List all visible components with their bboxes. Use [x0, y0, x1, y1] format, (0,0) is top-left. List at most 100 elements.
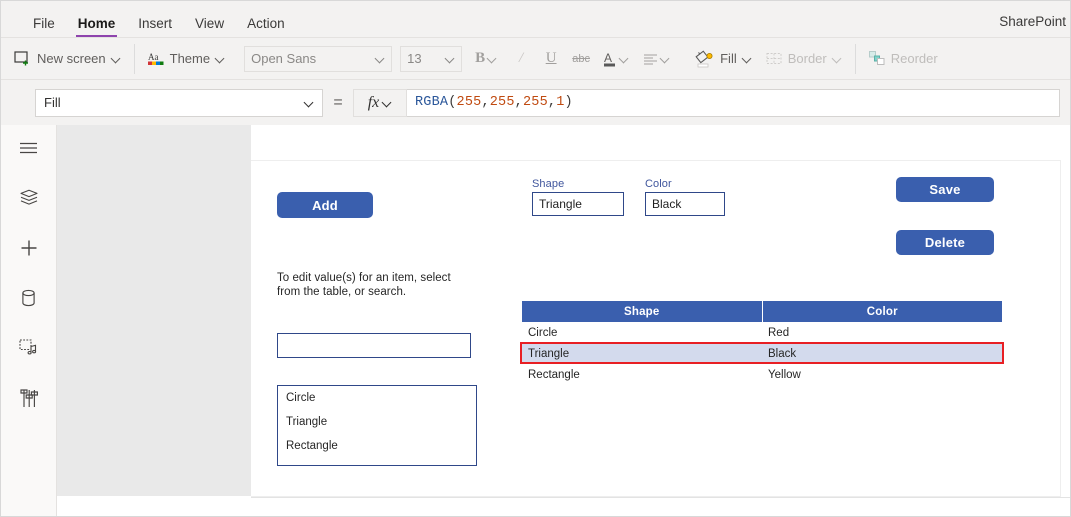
chevron-down-icon [376, 54, 385, 63]
sidebar-item-tree-view[interactable] [12, 185, 46, 211]
paint-bucket-icon [695, 49, 714, 68]
cell-shape: Rectangle [522, 364, 762, 385]
sidebar-item-advanced[interactable] [12, 385, 46, 411]
border-button[interactable]: Border [759, 45, 849, 73]
add-button[interactable]: Add [277, 192, 373, 218]
workspace: Add Shape Triangle Color Black Save Dele… [1, 125, 1070, 516]
sidebar-item-media[interactable] [12, 335, 46, 361]
strikethrough-label: abc [572, 52, 590, 65]
list-item[interactable]: Circle [278, 386, 476, 410]
equals-sign: = [333, 93, 343, 111]
cell-color: Black [762, 343, 1002, 364]
bold-button[interactable]: B [466, 45, 506, 73]
ribbon-group-fill: Fill Border [682, 38, 855, 79]
fill-label: Fill [720, 51, 737, 66]
ribbon-group-font: Open Sans 13 B / U abc A [238, 38, 682, 79]
tree-view-icon [19, 189, 39, 207]
delete-button[interactable]: Delete [896, 230, 994, 255]
font-color-button[interactable]: A [596, 45, 636, 73]
shape-input[interactable]: Triangle [532, 192, 624, 216]
theme-label: Theme [169, 51, 211, 66]
powerapps-studio-window: File Home Insert View Action SharePoint … [0, 0, 1071, 517]
font-color-icon: A [603, 51, 617, 67]
ribbon-group-screen: New screen [1, 38, 134, 79]
formula-paren-close: ) [564, 95, 573, 110]
connector-label-sharepoint: SharePoint [999, 14, 1066, 29]
cell-shape: Triangle [522, 343, 762, 364]
formula-arg-4: 1 [556, 95, 565, 110]
cell-color: Yellow [762, 364, 1002, 385]
formula-function-name: RGBA [415, 95, 449, 110]
chevron-down-icon [488, 54, 497, 63]
save-button[interactable]: Save [896, 177, 994, 202]
reorder-icon [868, 51, 885, 66]
new-screen-button[interactable]: New screen [7, 45, 128, 73]
color-input[interactable]: Black [645, 192, 725, 216]
chevron-down-icon [446, 54, 455, 63]
menu-item-view[interactable]: View [185, 16, 234, 38]
sidebar-item-data[interactable] [12, 285, 46, 311]
list-item[interactable]: Triangle [278, 410, 476, 434]
reorder-button[interactable]: Reorder [862, 45, 945, 73]
svg-text:Aa: Aa [148, 52, 159, 62]
formula-input[interactable]: RGBA(255, 255, 255, 1) [407, 88, 1060, 117]
chevron-down-icon [383, 98, 392, 107]
menu-bar: File Home Insert View Action SharePoint [1, 1, 1070, 37]
app-screen: Add Shape Triangle Color Black Save Dele… [251, 160, 1061, 497]
formula-paren-open: ( [448, 95, 457, 110]
table-row-selected[interactable]: Triangle Black [522, 343, 1002, 364]
cell-shape: Circle [522, 322, 762, 343]
column-header-shape[interactable]: Shape [522, 301, 763, 322]
table-header-row: Shape Color [522, 301, 1002, 322]
font-name-select[interactable]: Open Sans [244, 45, 393, 72]
helper-text-line2: from the table, or search. [277, 286, 407, 298]
border-icon [766, 52, 782, 65]
formula-sep-3: , [547, 95, 557, 110]
table-row[interactable]: Circle Red [522, 322, 1002, 343]
media-icon [19, 339, 38, 357]
svg-text:A: A [604, 51, 612, 65]
menu-item-insert[interactable]: Insert [128, 16, 182, 38]
ribbon-group-reorder: Reorder [856, 38, 951, 79]
table-row[interactable]: Rectangle Yellow [522, 364, 1002, 385]
theme-button[interactable]: Aa Theme [141, 45, 232, 73]
sidebar-item-menu[interactable] [12, 135, 46, 161]
new-screen-icon [14, 51, 31, 66]
font-name-value: Open Sans [251, 51, 317, 66]
menu-item-home[interactable]: Home [68, 16, 126, 38]
menu-item-action[interactable]: Action [237, 16, 295, 38]
bold-label: B [475, 50, 486, 66]
list-item[interactable]: Rectangle [278, 434, 476, 458]
formula-sep-1: , [481, 95, 490, 110]
insert-icon [20, 239, 38, 257]
shape-listbox[interactable]: Circle Triangle Rectangle [277, 385, 477, 466]
fx-button[interactable]: fx [353, 88, 407, 117]
italic-button[interactable]: / [506, 45, 536, 73]
ribbon-group-theme: Aa Theme [135, 38, 238, 79]
data-icon [20, 289, 37, 307]
data-table[interactable]: Shape Color Circle Red Triangle Black Re… [522, 301, 1002, 385]
font-size-select[interactable]: 13 [400, 45, 463, 72]
chevron-down-icon [743, 54, 752, 63]
left-rail [1, 125, 57, 516]
formula-arg-3: 255 [522, 95, 548, 110]
search-input[interactable] [277, 333, 471, 358]
theme-icon: Aa [147, 51, 164, 66]
fill-button[interactable]: Fill [688, 45, 759, 73]
align-button[interactable] [636, 45, 676, 73]
fx-label: fx [367, 93, 380, 111]
underline-button[interactable]: U [536, 45, 566, 73]
strikethrough-button[interactable]: abc [566, 45, 596, 73]
property-select[interactable]: Fill [35, 88, 323, 117]
cell-color: Red [762, 322, 1002, 343]
menu-item-file[interactable]: File [23, 16, 65, 38]
border-label: Border [787, 51, 827, 66]
chevron-down-icon [620, 54, 629, 63]
formula-arg-2: 255 [489, 95, 515, 110]
column-header-color[interactable]: Color [762, 301, 1002, 322]
sidebar-item-insert[interactable] [12, 235, 46, 261]
helper-text-line1: To edit value(s) for an item, select [277, 272, 451, 284]
color-field-label: Color [645, 178, 672, 190]
canvas-gutter [57, 125, 251, 496]
formula-arg-1: 255 [456, 95, 482, 110]
